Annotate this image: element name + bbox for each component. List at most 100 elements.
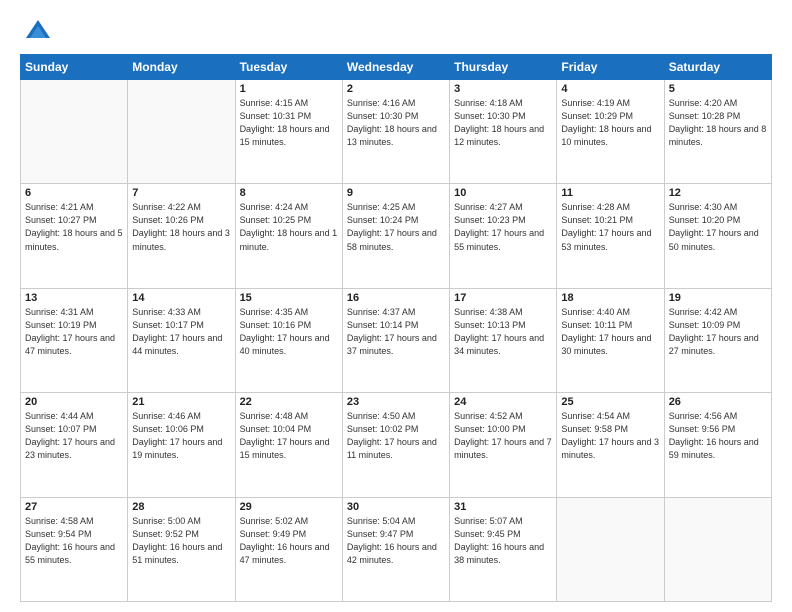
day-number: 12 (669, 187, 767, 199)
day-info: Sunrise: 4:25 AM Sunset: 10:24 PM Daylig… (347, 201, 445, 253)
day-info: Sunrise: 4:35 AM Sunset: 10:16 PM Daylig… (240, 306, 338, 358)
day-number: 15 (240, 292, 338, 304)
day-info: Sunrise: 4:38 AM Sunset: 10:13 PM Daylig… (454, 306, 552, 358)
calendar-cell: 2 Sunrise: 4:16 AM Sunset: 10:30 PM Dayli… (342, 80, 449, 184)
day-info: Sunrise: 4:33 AM Sunset: 10:17 PM Daylig… (132, 306, 230, 358)
day-info: Sunrise: 4:16 AM Sunset: 10:30 PM Daylig… (347, 97, 445, 149)
calendar-table: SundayMondayTuesdayWednesdayThursdayFrid… (20, 54, 772, 602)
calendar-cell: 4 Sunrise: 4:19 AM Sunset: 10:29 PM Dayli… (557, 80, 664, 184)
calendar-cell: 25 Sunrise: 4:54 AM Sunset: 9:58 PM Dayli… (557, 393, 664, 497)
day-number: 5 (669, 83, 767, 95)
calendar-cell: 31Sunrise: 5:07 AM Sunset: 9:45 PM Dayli… (450, 497, 557, 601)
day-info: Sunrise: 4:42 AM Sunset: 10:09 PM Daylig… (669, 306, 767, 358)
day-header: Saturday (664, 55, 771, 80)
day-number: 2 (347, 83, 445, 95)
day-number: 22 (240, 396, 338, 408)
day-header: Thursday (450, 55, 557, 80)
day-info: Sunrise: 4:15 AM Sunset: 10:31 PM Daylig… (240, 97, 338, 149)
calendar-cell: 29 Sunrise: 5:02 AM Sunset: 9:49 PM Dayli… (235, 497, 342, 601)
day-number: 13 (25, 292, 123, 304)
day-info: Sunrise: 4:28 AM Sunset: 10:21 PM Daylig… (561, 201, 659, 253)
calendar-cell (664, 497, 771, 601)
day-number: 16 (347, 292, 445, 304)
day-number: 31 (454, 501, 552, 513)
logo-icon (24, 16, 52, 44)
day-info: Sunrise: 4:31 AM Sunset: 10:19 PM Daylig… (25, 306, 123, 358)
calendar-cell: 20 Sunrise: 4:44 AM Sunset: 10:07 PM Dayl… (21, 393, 128, 497)
day-info: Sunrise: 4:30 AM Sunset: 10:20 PM Daylig… (669, 201, 767, 253)
day-number: 21 (132, 396, 230, 408)
day-header: Sunday (21, 55, 128, 80)
calendar-cell: 27 Sunrise: 4:58 AM Sunset: 9:54 PM Dayli… (21, 497, 128, 601)
day-number: 9 (347, 187, 445, 199)
calendar-cell: 30 Sunrise: 5:04 AM Sunset: 9:47 PM Dayli… (342, 497, 449, 601)
calendar-cell: 13 Sunrise: 4:31 AM Sunset: 10:19 PM Dayl… (21, 288, 128, 392)
day-number: 11 (561, 187, 659, 199)
header (20, 16, 772, 44)
day-number: 29 (240, 501, 338, 513)
day-info: Sunrise: 5:02 AM Sunset: 9:49 PM Dayligh… (240, 515, 338, 567)
day-number: 1 (240, 83, 338, 95)
day-info: Sunrise: 4:48 AM Sunset: 10:04 PM Daylig… (240, 410, 338, 462)
day-number: 25 (561, 396, 659, 408)
calendar-cell: 14 Sunrise: 4:33 AM Sunset: 10:17 PM Dayl… (128, 288, 235, 392)
calendar-cell: 7 Sunrise: 4:22 AM Sunset: 10:26 PM Dayli… (128, 184, 235, 288)
day-info: Sunrise: 4:52 AM Sunset: 10:00 PM Daylig… (454, 410, 552, 462)
day-number: 10 (454, 187, 552, 199)
calendar-cell: 21 Sunrise: 4:46 AM Sunset: 10:06 PM Dayl… (128, 393, 235, 497)
day-info: Sunrise: 4:58 AM Sunset: 9:54 PM Dayligh… (25, 515, 123, 567)
day-number: 7 (132, 187, 230, 199)
day-info: Sunrise: 4:18 AM Sunset: 10:30 PM Daylig… (454, 97, 552, 149)
day-info: Sunrise: 4:50 AM Sunset: 10:02 PM Daylig… (347, 410, 445, 462)
day-header: Friday (557, 55, 664, 80)
day-info: Sunrise: 4:37 AM Sunset: 10:14 PM Daylig… (347, 306, 445, 358)
day-info: Sunrise: 4:20 AM Sunset: 10:28 PM Daylig… (669, 97, 767, 149)
calendar-cell: 18 Sunrise: 4:40 AM Sunset: 10:11 PM Dayl… (557, 288, 664, 392)
day-info: Sunrise: 5:04 AM Sunset: 9:47 PM Dayligh… (347, 515, 445, 567)
calendar-cell: 5 Sunrise: 4:20 AM Sunset: 10:28 PM Dayli… (664, 80, 771, 184)
day-number: 18 (561, 292, 659, 304)
day-info: Sunrise: 5:00 AM Sunset: 9:52 PM Dayligh… (132, 515, 230, 567)
day-info: Sunrise: 4:19 AM Sunset: 10:29 PM Daylig… (561, 97, 659, 149)
calendar-cell: 3Sunrise: 4:18 AM Sunset: 10:30 PM Dayli… (450, 80, 557, 184)
calendar-cell: 19Sunrise: 4:42 AM Sunset: 10:09 PM Dayl… (664, 288, 771, 392)
day-number: 14 (132, 292, 230, 304)
calendar-cell (557, 497, 664, 601)
calendar-cell: 17 Sunrise: 4:38 AM Sunset: 10:13 PM Dayl… (450, 288, 557, 392)
calendar-cell (128, 80, 235, 184)
calendar-cell: 22 Sunrise: 4:48 AM Sunset: 10:04 PM Dayl… (235, 393, 342, 497)
calendar-cell (21, 80, 128, 184)
day-header: Tuesday (235, 55, 342, 80)
calendar-cell: 26 Sunrise: 4:56 AM Sunset: 9:56 PM Dayli… (664, 393, 771, 497)
day-number: 17 (454, 292, 552, 304)
day-number: 30 (347, 501, 445, 513)
day-number: 24 (454, 396, 552, 408)
calendar-cell: 15 Sunrise: 4:35 AM Sunset: 10:16 PM Dayl… (235, 288, 342, 392)
calendar-cell: 6 Sunrise: 4:21 AM Sunset: 10:27 PM Dayli… (21, 184, 128, 288)
calendar-cell: 1 Sunrise: 4:15 AM Sunset: 10:31 PM Dayli… (235, 80, 342, 184)
day-info: Sunrise: 4:56 AM Sunset: 9:56 PM Dayligh… (669, 410, 767, 462)
day-number: 26 (669, 396, 767, 408)
day-number: 20 (25, 396, 123, 408)
day-info: Sunrise: 4:22 AM Sunset: 10:26 PM Daylig… (132, 201, 230, 253)
day-info: Sunrise: 4:27 AM Sunset: 10:23 PM Daylig… (454, 201, 552, 253)
day-info: Sunrise: 4:44 AM Sunset: 10:07 PM Daylig… (25, 410, 123, 462)
day-info: Sunrise: 4:40 AM Sunset: 10:11 PM Daylig… (561, 306, 659, 358)
day-header: Monday (128, 55, 235, 80)
day-number: 4 (561, 83, 659, 95)
day-info: Sunrise: 4:21 AM Sunset: 10:27 PM Daylig… (25, 201, 123, 253)
day-number: 23 (347, 396, 445, 408)
calendar-cell: 9 Sunrise: 4:25 AM Sunset: 10:24 PM Dayli… (342, 184, 449, 288)
day-info: Sunrise: 4:24 AM Sunset: 10:25 PM Daylig… (240, 201, 338, 253)
day-number: 6 (25, 187, 123, 199)
day-info: Sunrise: 4:46 AM Sunset: 10:06 PM Daylig… (132, 410, 230, 462)
day-number: 27 (25, 501, 123, 513)
page: SundayMondayTuesdayWednesdayThursdayFrid… (0, 0, 792, 612)
day-header: Wednesday (342, 55, 449, 80)
calendar-cell: 23 Sunrise: 4:50 AM Sunset: 10:02 PM Dayl… (342, 393, 449, 497)
day-number: 8 (240, 187, 338, 199)
calendar-cell: 8 Sunrise: 4:24 AM Sunset: 10:25 PM Dayli… (235, 184, 342, 288)
day-number: 28 (132, 501, 230, 513)
calendar-cell: 24 Sunrise: 4:52 AM Sunset: 10:00 PM Dayl… (450, 393, 557, 497)
day-info: Sunrise: 4:54 AM Sunset: 9:58 PM Dayligh… (561, 410, 659, 462)
